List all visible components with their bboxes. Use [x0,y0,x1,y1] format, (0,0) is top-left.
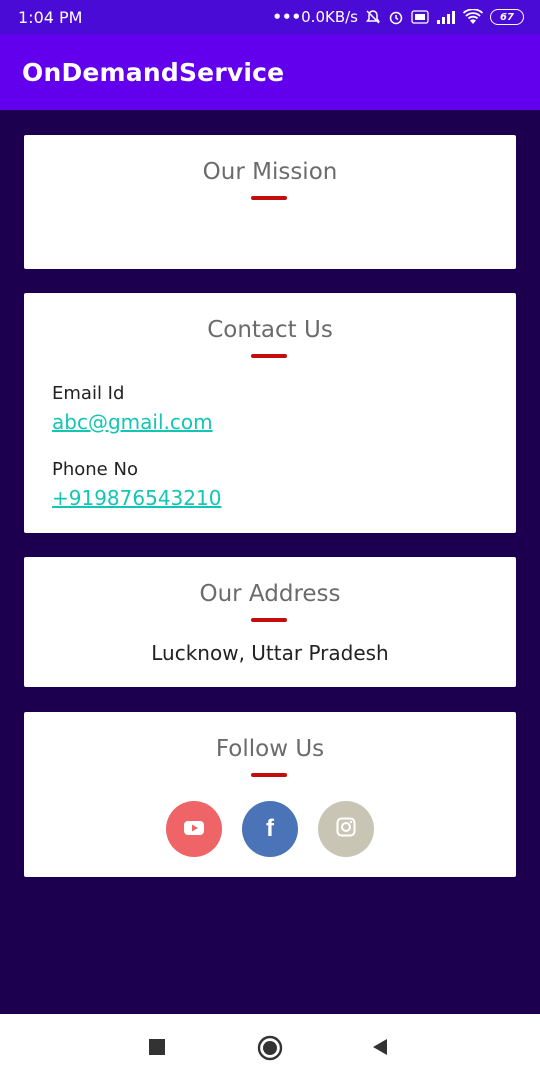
follow-title-underline [251,773,287,777]
contact-title: Contact Us [207,317,333,343]
follow-title: Follow Us [215,736,325,762]
status-icons: •••0.0KB/s 67 [272,8,524,26]
volte-icon [411,10,429,24]
home-button[interactable] [257,1035,283,1065]
phone-link[interactable]: +919876543210 [52,486,221,510]
recents-button[interactable] [148,1038,166,1060]
alarm-icon [388,9,404,25]
more-dots-icon: ••• [272,8,302,26]
network-speed-text: 0.0KB/s [301,8,358,26]
back-button[interactable] [371,1038,389,1060]
app-title: OnDemandService [22,57,285,87]
mute-bell-icon [365,9,381,25]
mission-card: Our Mission [24,135,516,269]
app-bar: OnDemandService [0,34,540,110]
address-text: Lucknow, Uttar Pradesh [151,641,389,665]
phone-label: Phone No [52,459,138,480]
email-link[interactable]: abc@gmail.com [52,410,213,434]
address-card: Our Address Lucknow, Uttar Pradesh [24,557,516,687]
back-triangle-icon [371,1038,389,1060]
signal-icon [436,10,456,24]
network-speed: •••0.0KB/s [272,8,358,26]
address-title-underline [251,618,287,622]
battery-icon: 67 [490,9,524,25]
email-label: Email Id [52,383,125,404]
navigation-bar [0,1014,540,1080]
follow-card: Follow Us f [24,712,516,877]
wifi-icon [463,9,483,25]
status-bar: 1:04 PM •••0.0KB/s 67 [0,0,540,34]
contact-title-underline [251,354,287,358]
square-icon [148,1038,166,1060]
facebook-icon: f [266,815,274,842]
instagram-icon [336,817,356,841]
youtube-icon [184,820,204,839]
address-title: Our Address [199,581,341,607]
mission-title-underline [251,196,287,200]
mission-title: Our Mission [202,159,338,185]
contact-card: Contact Us Email Id abc@gmail.com Phone … [24,293,516,533]
status-time: 1:04 PM [18,7,83,27]
instagram-button[interactable] [318,801,374,857]
home-circle-icon [257,1035,283,1065]
youtube-button[interactable] [166,801,222,857]
facebook-button[interactable]: f [242,801,298,857]
